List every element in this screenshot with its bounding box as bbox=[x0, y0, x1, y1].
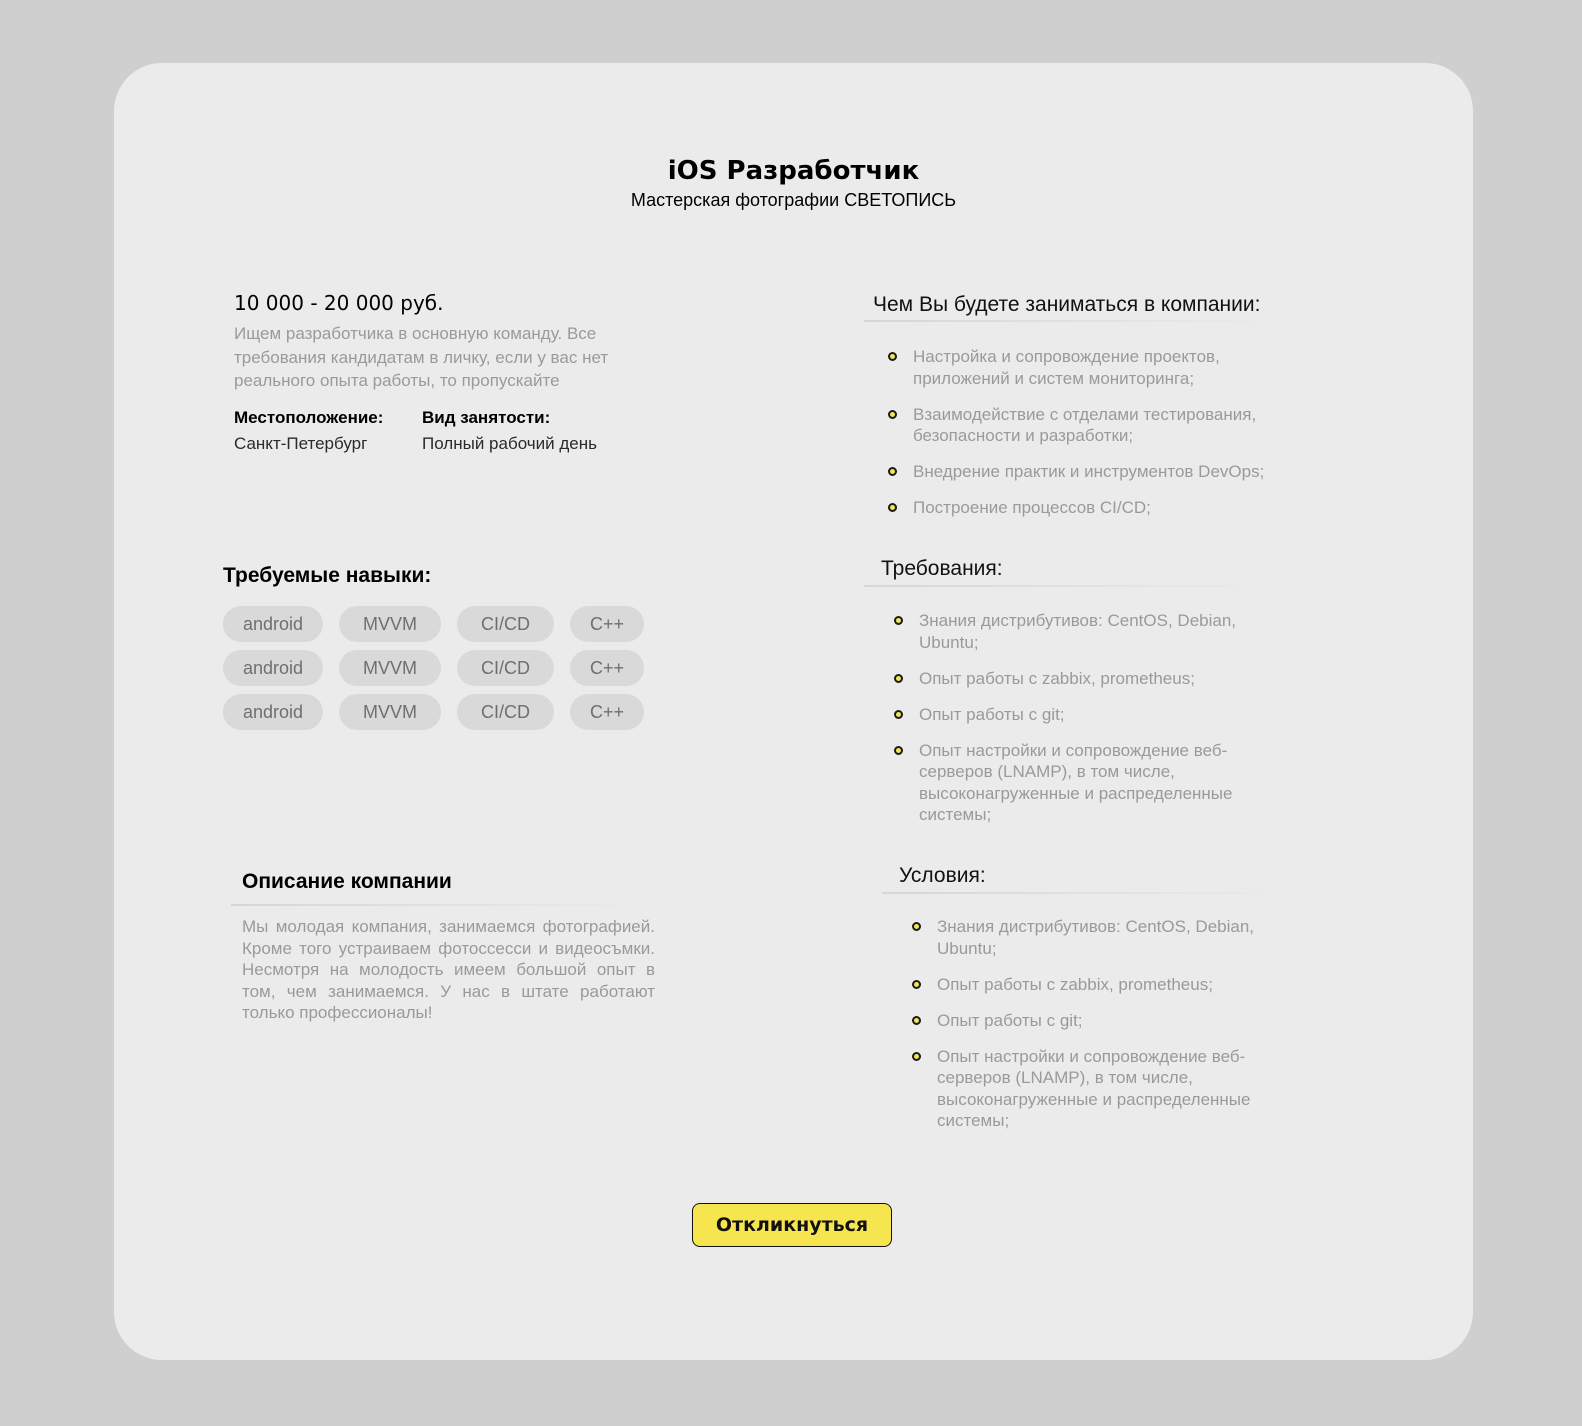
job-title: iOS Разработчик bbox=[667, 156, 920, 186]
duty-text: Внедрение практик и инструментов DevOps; bbox=[913, 462, 1265, 481]
vacancy-card: iOS Разработчик Мастерская фотографии СВ… bbox=[114, 63, 1473, 1360]
skill-chip: C++ bbox=[570, 606, 644, 642]
skill-chip: android bbox=[223, 606, 323, 642]
duty-text: Построение процессов CI/CD; bbox=[913, 498, 1151, 517]
list-item: Настройка и сопровождение проектов, прил… bbox=[888, 346, 1268, 389]
skills-title: Требуемые навыки: bbox=[223, 564, 432, 587]
skill-chip: CI/CD bbox=[457, 606, 554, 642]
duty-text: Взаимодействие с отделами тестирования, … bbox=[913, 404, 1257, 446]
duty-text: Настройка и сопровождение проектов, прил… bbox=[913, 347, 1220, 388]
list-item: Опыт работы с zabbix, prometheus; bbox=[912, 974, 1262, 996]
skill-row: android MVVM CI/CD C++ bbox=[223, 606, 644, 650]
skill-chip: C++ bbox=[570, 650, 644, 686]
vacancy-summary: Ищем разработчика в основную команду. Вс… bbox=[234, 324, 609, 390]
company-name: Мастерская фотографии СВЕТОПИСЬ bbox=[630, 190, 957, 210]
apply-button[interactable]: Откликнуться bbox=[692, 1203, 892, 1247]
skill-chip: android bbox=[223, 694, 323, 730]
location-label: Местоположение: bbox=[234, 408, 384, 427]
about-text: Мы молодая компания, занимаемся фотограф… bbox=[242, 917, 655, 1022]
requirements-list: Знания дистрибутивов: CentOS, Debian, Ub… bbox=[894, 610, 1244, 840]
requirements-title: Требования: bbox=[881, 557, 1003, 580]
requirements-divider bbox=[864, 585, 1274, 587]
bullet-icon bbox=[912, 1015, 921, 1025]
list-item: Построение процессов CI/CD; bbox=[888, 497, 1268, 519]
skill-row: android MVVM CI/CD C++ bbox=[223, 694, 644, 738]
condition-text: Опыт работы с zabbix, prometheus; bbox=[937, 974, 1213, 994]
salary: 10 000 - 20 000 руб. bbox=[234, 291, 444, 315]
condition-text: Опыт работы с git; bbox=[937, 1010, 1083, 1030]
bullet-icon bbox=[894, 709, 903, 719]
list-item: Опыт работы с zabbix, prometheus; bbox=[894, 668, 1244, 690]
about-title: Описание компании bbox=[242, 870, 452, 893]
skill-chip: CI/CD bbox=[457, 694, 554, 730]
vacancy-header: iOS Разработчик Мастерская фотографии СВ… bbox=[114, 155, 1473, 211]
requirement-text: Опыт настройки и сопровождение веб-серве… bbox=[919, 740, 1233, 825]
duties-list: Настройка и сопровождение проектов, прил… bbox=[888, 346, 1268, 533]
requirement-text: Опыт работы с git; bbox=[919, 704, 1065, 724]
bullet-icon bbox=[912, 922, 921, 931]
skill-chip: MVVM bbox=[339, 606, 441, 642]
list-item: Опыт настройки и сопровождение веб-серве… bbox=[912, 1046, 1262, 1132]
bullet-icon bbox=[912, 1051, 921, 1061]
skill-chip: android bbox=[223, 650, 323, 686]
employment-value: Полный рабочий день bbox=[422, 434, 597, 453]
requirement-text: Знания дистрибутивов: CentOS, Debian, Ub… bbox=[919, 611, 1237, 652]
duties-title: Чем Вы будете заниматься в компании: bbox=[873, 293, 1261, 316]
list-item: Взаимодействие с отделами тестирования, … bbox=[888, 404, 1268, 447]
employment-label: Вид занятости: bbox=[422, 408, 551, 427]
list-item: Опыт работы с git; bbox=[912, 1010, 1262, 1032]
skill-chip: MVVM bbox=[339, 694, 441, 730]
requirement-text: Опыт работы с zabbix, prometheus; bbox=[919, 668, 1195, 688]
condition-text: Опыт настройки и сопровождение веб-серве… bbox=[937, 1046, 1251, 1131]
skill-row: android MVVM CI/CD C++ bbox=[223, 650, 644, 694]
condition-text: Знания дистрибутивов: CentOS, Debian, Ub… bbox=[937, 917, 1255, 958]
bullet-icon bbox=[894, 673, 903, 683]
bullet-icon bbox=[894, 616, 903, 625]
bullet-icon bbox=[888, 409, 897, 419]
conditions-divider bbox=[882, 892, 1292, 894]
conditions-title: Условия: bbox=[899, 864, 986, 887]
conditions-list: Знания дистрибутивов: CentOS, Debian, Ub… bbox=[912, 916, 1262, 1146]
skill-chip: C++ bbox=[570, 694, 644, 730]
skill-chip: CI/CD bbox=[457, 650, 554, 686]
about-divider bbox=[231, 904, 651, 906]
skills-list: android MVVM CI/CD C++ android MVVM CI/C… bbox=[223, 606, 644, 738]
location-block: Местоположение: Санкт-Петербург bbox=[234, 407, 383, 455]
list-item: Опыт настройки и сопровождение веб-серве… bbox=[894, 740, 1244, 826]
list-item: Внедрение практик и инструментов DevOps; bbox=[888, 461, 1268, 483]
employment-block: Вид занятости: Полный рабочий день bbox=[422, 407, 597, 455]
bullet-icon bbox=[888, 467, 897, 476]
bullet-icon bbox=[894, 745, 903, 755]
bullet-icon bbox=[888, 352, 897, 361]
duties-divider bbox=[864, 320, 1284, 322]
list-item: Опыт работы с git; bbox=[894, 704, 1244, 726]
location-value: Санкт-Петербург bbox=[234, 434, 368, 453]
bullet-icon bbox=[888, 503, 897, 512]
list-item: Знания дистрибутивов: CentOS, Debian, Ub… bbox=[894, 610, 1244, 653]
bullet-icon bbox=[912, 979, 921, 989]
list-item: Знания дистрибутивов: CentOS, Debian, Ub… bbox=[912, 916, 1262, 959]
skill-chip: MVVM bbox=[339, 650, 441, 686]
